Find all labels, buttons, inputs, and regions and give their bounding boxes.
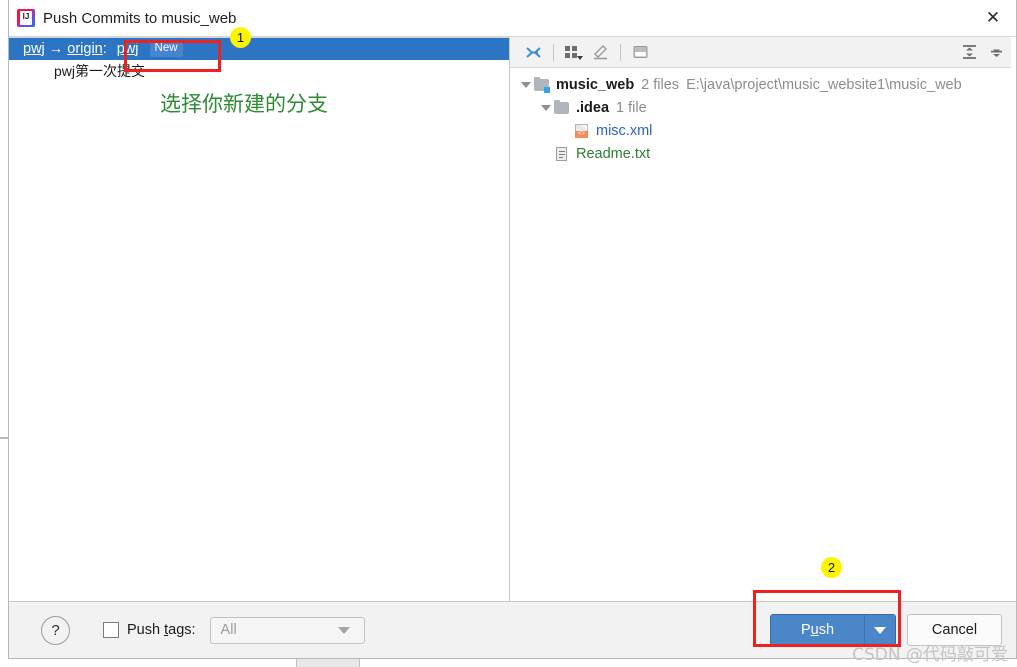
push-tags-group: Push tags: All	[103, 616, 365, 644]
annotation-badge-2: 2	[821, 557, 842, 578]
background-divider	[0, 437, 8, 439]
branch-new-badge: New	[149, 40, 183, 57]
branch-row[interactable]: pwj → origin : pwj New	[9, 37, 509, 60]
changed-files-tree[interactable]: music_web 2 files E:\java\project\music_…	[510, 68, 1016, 601]
push-tags-label-before: Push	[127, 622, 165, 638]
tree-node-count: 2 files	[641, 76, 680, 93]
background-taskbar-tab	[296, 659, 360, 667]
branch-separator: :	[102, 40, 107, 57]
action-buttons: Pu sh Cancel	[770, 614, 1002, 646]
edit-icon[interactable]	[587, 40, 613, 64]
chevron-down-icon[interactable]	[538, 100, 554, 116]
branch-target-label[interactable]: pwj	[117, 41, 139, 57]
toolbar-separator	[553, 43, 554, 61]
push-tags-dropdown[interactable]: All	[209, 616, 365, 644]
push-label-after: sh	[818, 622, 835, 638]
expand-selection-icon[interactable]	[520, 40, 546, 64]
intellij-idea-logo-icon	[17, 9, 35, 27]
folder-icon	[554, 99, 571, 116]
annotation-note-green: 选择你新建的分支	[160, 92, 328, 116]
tree-row[interactable]: music_web 2 files E:\java\project\music_…	[510, 73, 1016, 96]
preview-diff-icon[interactable]	[627, 40, 653, 64]
pane-top-border	[9, 37, 509, 38]
chevron-down-icon[interactable]	[518, 77, 534, 93]
tree-row[interactable]: <> misc.xml	[510, 119, 1016, 142]
tree-node-label: Readme.txt	[576, 145, 651, 162]
tree-node-label: misc.xml	[596, 122, 653, 139]
commit-row[interactable]: pwj第一次提交	[9, 60, 509, 82]
tree-node-label: music_web	[556, 76, 635, 93]
help-button[interactable]: ?	[41, 615, 70, 645]
dialog-button-bar: ? Push tags: All Pu sh Cancel	[9, 601, 1016, 658]
collapse-all-icon[interactable]	[983, 40, 1009, 64]
tree-node-count: 1 file	[616, 99, 647, 116]
push-button[interactable]: Pu sh	[771, 615, 865, 645]
commit-message: pwj第一次提交	[54, 63, 146, 79]
screenshot-root: Push Commits to music_web ✕ pwj → origin…	[0, 0, 1017, 667]
txt-file-icon	[554, 146, 571, 162]
expand-all-icon[interactable]	[956, 40, 982, 64]
background-left-strip	[0, 0, 8, 667]
tree-row[interactable]: Readme.txt	[510, 142, 1016, 165]
tree-node-label: .idea	[576, 99, 610, 116]
toolbar-separator-2	[620, 43, 621, 61]
annotation-badge-1: 1	[230, 27, 251, 48]
branch-source-label: pwj	[23, 40, 45, 57]
cancel-button[interactable]: Cancel	[907, 614, 1002, 646]
push-split-button[interactable]: Pu sh	[770, 614, 896, 646]
push-tags-dropdown-value: All	[220, 622, 237, 638]
push-tags-label: Push tags:	[127, 622, 196, 638]
tree-node-path: E:\java\project\music_website1\music_web	[686, 76, 962, 93]
dialog-body: pwj → origin : pwj New pwj第一次提交 music_we…	[9, 37, 1016, 601]
changed-files-pane: music_web 2 files E:\java\project\music_…	[510, 37, 1016, 601]
chevron-down-icon	[337, 626, 350, 634]
push-tags-label-after: ags:	[168, 622, 196, 638]
push-dropdown-arrow-icon[interactable]	[865, 615, 895, 645]
file-tree-toolbar	[510, 37, 1016, 68]
xml-file-icon: <>	[574, 123, 591, 139]
push-tags-checkbox[interactable]	[103, 622, 119, 638]
vertical-scrollbar[interactable]	[1011, 37, 1016, 601]
dialog-title: Push Commits to music_web	[43, 9, 237, 27]
commits-pane: pwj → origin : pwj New pwj第一次提交	[9, 37, 510, 601]
branch-arrow-icon: →	[48, 40, 64, 57]
background-bottom-strip	[0, 659, 1017, 667]
folder-vcs-icon	[534, 76, 551, 93]
tree-row[interactable]: .idea 1 file	[510, 96, 1016, 119]
push-label-before: P	[800, 622, 811, 638]
branch-remote-label[interactable]: origin	[67, 41, 102, 57]
group-by-icon[interactable]	[560, 40, 586, 64]
dialog-titlebar: Push Commits to music_web ✕	[9, 0, 1016, 37]
close-icon[interactable]: ✕	[970, 0, 1016, 35]
push-label-mnemonic: u	[810, 622, 819, 638]
